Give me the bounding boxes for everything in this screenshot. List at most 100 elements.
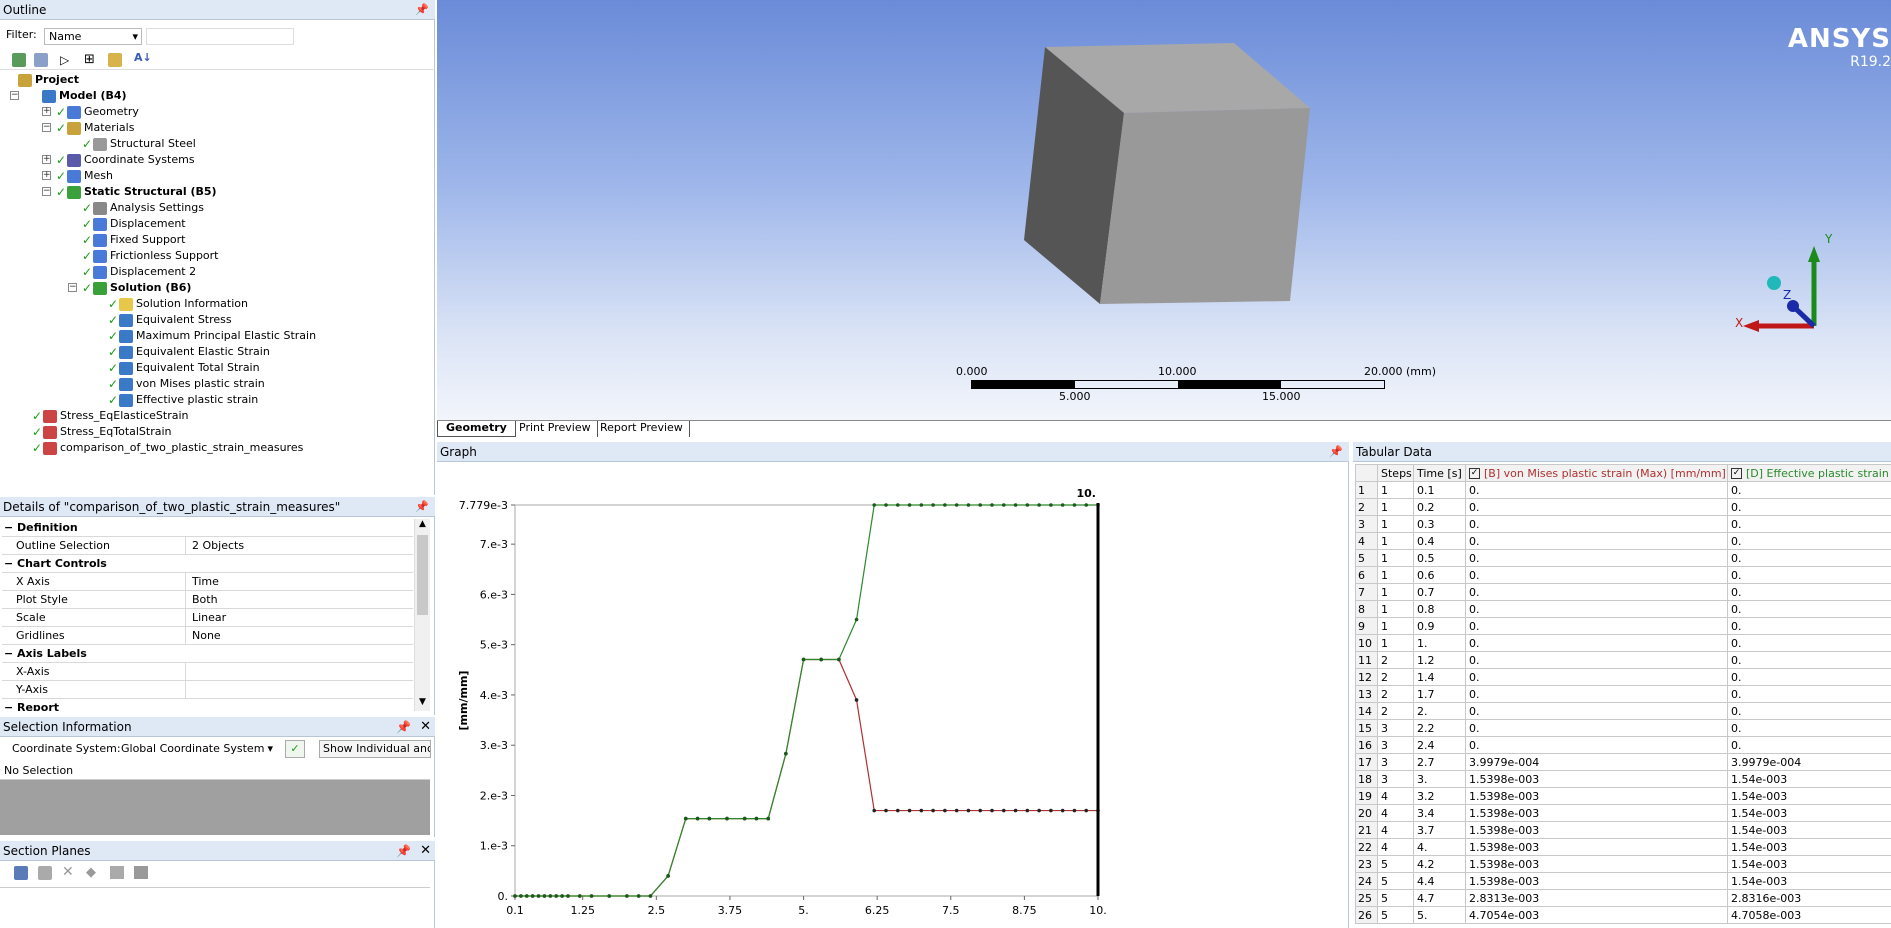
tree-item[interactable]: ✓ Solution (B6) [82, 280, 191, 296]
collapse-section-icon[interactable]: − [4, 519, 13, 537]
tree-item[interactable]: ✓ Displacement 2 [82, 264, 196, 280]
details-row[interactable]: X Axis Time [2, 573, 413, 591]
show-plane-icon[interactable]: ◆ [86, 865, 96, 880]
tree-item[interactable]: Model (B4) [42, 88, 127, 104]
tree-item[interactable]: ✓ Stress_EqTotalStrain [32, 424, 172, 440]
refresh-icon[interactable] [12, 53, 26, 67]
details-row[interactable]: Gridlines None [2, 627, 413, 645]
details-section-header[interactable]: − Report [2, 699, 413, 711]
table-row[interactable]: 12 2 1.4 0. 0. [1355, 668, 1891, 686]
table-row[interactable]: 24 5 4.4 1.5398e-003 1.54e-003 [1355, 872, 1891, 890]
details-value[interactable]: Linear [192, 609, 226, 627]
filter-select[interactable]: Name ▾ [44, 28, 142, 45]
table-row[interactable]: 16 3 2.4 0. 0. [1355, 736, 1891, 754]
tree-item[interactable]: ✓ Equivalent Total Strain [108, 360, 260, 376]
tree-item[interactable]: ✓ von Mises plastic strain [108, 376, 265, 392]
pin-icon[interactable]: 📌 [415, 497, 429, 517]
tab-geometry[interactable]: Geometry [437, 421, 516, 437]
collapse-section-icon[interactable]: − [4, 645, 13, 663]
expand-toggle-icon[interactable]: + [42, 171, 51, 180]
capping-icon[interactable] [134, 866, 148, 879]
tree-item[interactable]: ✓ Displacement [82, 216, 186, 232]
tree-item[interactable]: ✓ Stress_EqElasticeStrain [32, 408, 189, 424]
tree-item[interactable]: ✓ comparison_of_two_plastic_strain_measur… [32, 440, 303, 456]
details-value[interactable]: 2 Objects [192, 537, 244, 555]
table-row[interactable]: 22 4 4. 1.5398e-003 1.54e-003 [1355, 838, 1891, 856]
table-row[interactable]: 3 1 0.3 0. 0. [1355, 515, 1891, 533]
tree-item[interactable]: ✓ Fixed Support [82, 232, 186, 248]
series-checkbox[interactable]: ✓ [1469, 468, 1480, 479]
table-row[interactable]: 4 1 0.4 0. 0. [1355, 532, 1891, 550]
show-whole-elements-icon[interactable] [110, 866, 124, 879]
table-row[interactable]: 2 1 0.2 0. 0. [1355, 498, 1891, 516]
tree-item[interactable]: ✓ Mesh [56, 168, 113, 184]
tree-item[interactable]: ✓ Equivalent Stress [108, 312, 232, 328]
column-header[interactable]: Steps [1377, 464, 1414, 482]
collapse-icon[interactable] [108, 53, 122, 67]
table-row[interactable]: 23 5 4.2 1.5398e-003 1.54e-003 [1355, 855, 1891, 873]
pin-icon[interactable]: 📌 [1329, 442, 1343, 462]
isometric-view-ball[interactable] [1767, 276, 1781, 290]
table-row[interactable]: 19 4 3.2 1.5398e-003 1.54e-003 [1355, 787, 1891, 805]
details-row[interactable]: Y-Axis [2, 681, 413, 699]
edit-section-plane-icon[interactable] [38, 866, 52, 880]
filter-search-input[interactable] [146, 28, 294, 45]
delete-icon[interactable]: ✕ [62, 864, 74, 880]
tree-filter-icon[interactable]: ▷ [60, 53, 69, 67]
suppress-icon[interactable] [34, 53, 48, 67]
tree-item[interactable]: ✓ Solution Information [108, 296, 248, 312]
expand-toggle-icon[interactable]: − [42, 187, 51, 196]
details-section-header[interactable]: − Chart Controls [2, 555, 413, 573]
expand-toggle-icon[interactable]: − [10, 91, 19, 100]
expand-toggle-icon[interactable]: + [42, 155, 51, 164]
tree-item[interactable]: ✓ Structural Steel [82, 136, 196, 152]
table-row[interactable]: 5 1 0.5 0. 0. [1355, 549, 1891, 567]
show-individual-button[interactable]: Show Individual and [319, 740, 431, 758]
tree-item[interactable]: ✓ Materials [56, 120, 134, 136]
tree-item[interactable]: ✓ Analysis Settings [82, 200, 204, 216]
tree-item[interactable]: ✓ Frictionless Support [82, 248, 219, 264]
expand-toggle-icon[interactable]: + [42, 107, 51, 116]
table-row[interactable]: 9 1 0.9 0. 0. [1355, 617, 1891, 635]
column-header[interactable]: Time [s] [1413, 464, 1466, 482]
column-header[interactable] [1355, 464, 1378, 482]
series-checkbox[interactable]: ✓ [1731, 468, 1742, 479]
table-row[interactable]: 14 2 2. 0. 0. [1355, 702, 1891, 720]
table-row[interactable]: 20 4 3.4 1.5398e-003 1.54e-003 [1355, 804, 1891, 822]
tree-item[interactable]: ✓ Equivalent Elastic Strain [108, 344, 270, 360]
close-icon[interactable]: ✕ [420, 841, 431, 861]
pin-icon[interactable]: 📌 [396, 717, 411, 737]
collapse-section-icon[interactable]: − [4, 555, 13, 573]
table-row[interactable]: 10 1 1. 0. 0. [1355, 634, 1891, 652]
check-icon[interactable]: ✓ [285, 740, 305, 758]
table-row[interactable]: 26 5 5. 4.7054e-003 4.7058e-003 [1355, 906, 1891, 924]
tree-item[interactable]: ✓ Geometry [56, 104, 139, 120]
tree-item[interactable]: ✓ Effective plastic strain [108, 392, 258, 408]
details-value[interactable]: Time [192, 573, 219, 591]
tab-print-preview[interactable]: Print Preview [513, 421, 598, 437]
scroll-down-icon[interactable]: ▼ [415, 697, 430, 711]
table-row[interactable]: 17 3 2.7 3.9979e-004 3.9979e-004 [1355, 753, 1891, 771]
table-row[interactable]: 8 1 0.8 0. 0. [1355, 600, 1891, 618]
expand-toggle-icon[interactable]: − [68, 283, 77, 292]
table-row[interactable]: 1 1 0.1 0. 0. [1355, 481, 1891, 499]
table-row[interactable]: 15 3 2.2 0. 0. [1355, 719, 1891, 737]
tree-item[interactable]: ✓ Static Structural (B5) [56, 184, 217, 200]
expand-toggle-icon[interactable]: − [42, 123, 51, 132]
tree-item[interactable]: Project [18, 72, 79, 88]
tree-item[interactable]: ✓ Coordinate Systems [56, 152, 195, 168]
sort-az-icon[interactable]: A↓ [134, 51, 152, 64]
new-section-plane-icon[interactable] [14, 866, 28, 880]
details-section-header[interactable]: − Axis Labels [2, 645, 413, 663]
table-row[interactable]: 18 3 3. 1.5398e-003 1.54e-003 [1355, 770, 1891, 788]
collapse-section-icon[interactable]: − [4, 699, 13, 711]
details-scrollbar[interactable]: ▲ ▼ [414, 519, 430, 711]
tree-item[interactable]: ✓ Maximum Principal Elastic Strain [108, 328, 316, 344]
coordinate-system-select[interactable]: Global Coordinate System ▾ [118, 740, 276, 758]
graph-chart[interactable]: 0. 1.e-3 2.e-3 3.e-3 4.e-3 5.e-3 6.e-3 7.e-3 7.7… [437, 462, 1349, 928]
expand-all-icon[interactable]: ⊞ [84, 52, 95, 67]
details-section-header[interactable]: − Definition [2, 519, 413, 537]
tab-report-preview[interactable]: Report Preview [594, 421, 690, 437]
table-row[interactable]: 25 5 4.7 2.8313e-003 2.8316e-003 [1355, 889, 1891, 907]
pin-icon[interactable]: 📌 [415, 0, 429, 20]
